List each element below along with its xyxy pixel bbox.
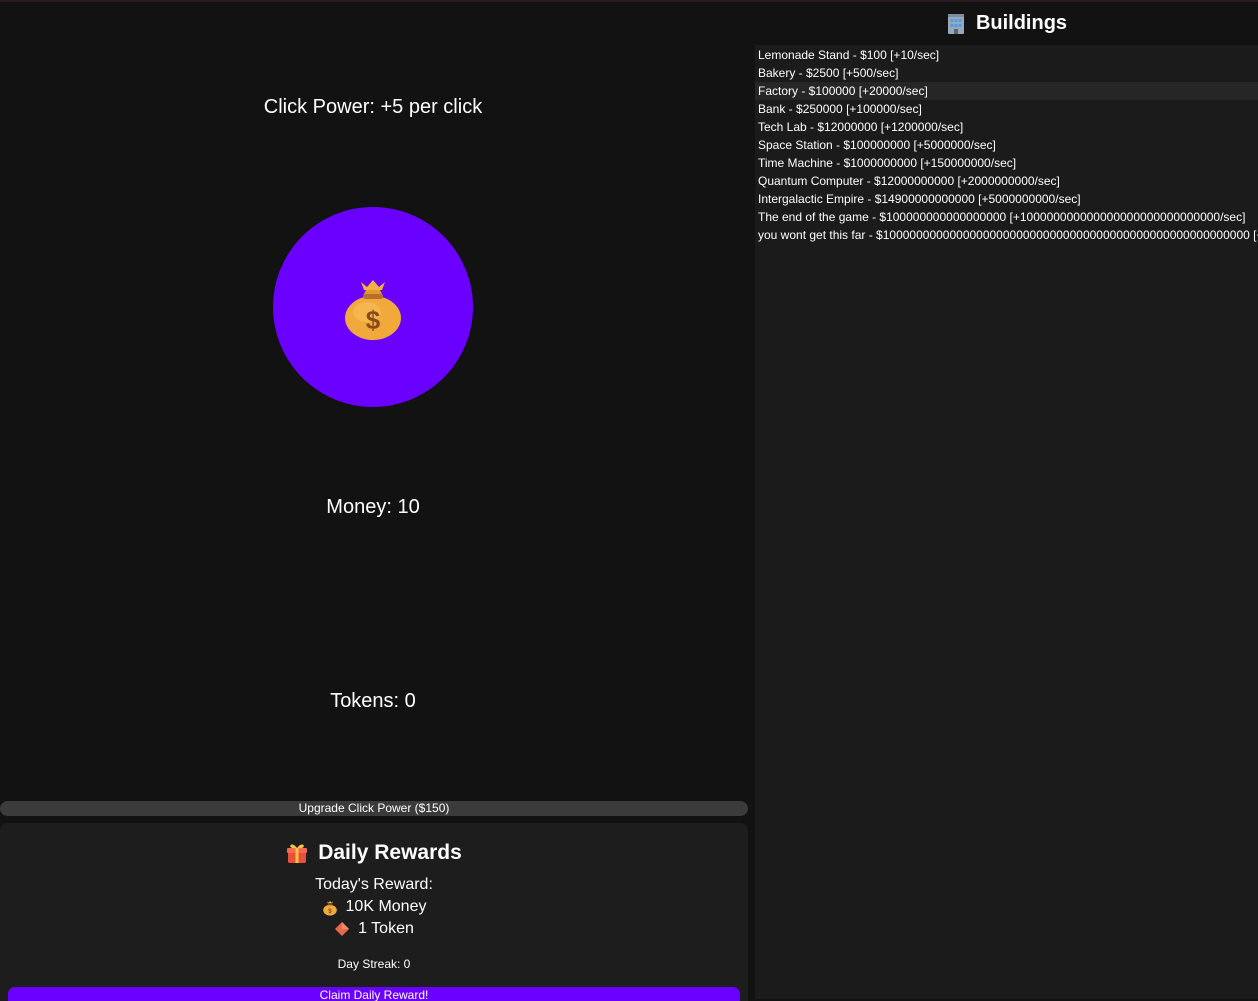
money-bag-icon: $ xyxy=(322,900,337,916)
reward-token-line: 1 Token xyxy=(0,920,748,938)
reward-token-text: 1 Token xyxy=(358,920,414,937)
money-bag-icon: $ xyxy=(345,280,401,340)
diamond-icon xyxy=(335,922,350,936)
upgrade-click-power-button[interactable]: Upgrade Click Power ($150) xyxy=(0,801,748,816)
money-counter: Money: 10 xyxy=(326,496,420,518)
reward-money-line: $ 10K Money xyxy=(0,898,748,916)
building-item[interactable]: Tech Lab - $12000000 [+1200000/sec] xyxy=(755,118,1258,136)
click-coin-button[interactable]: $ xyxy=(273,207,473,407)
buildings-title: Buildings xyxy=(975,12,1068,34)
svg-text:$: $ xyxy=(366,305,381,335)
building-item[interactable]: you wont get this far - $100000000000000… xyxy=(755,226,1258,244)
building-item[interactable]: Factory - $100000 [+20000/sec] xyxy=(755,82,1258,100)
click-power-label: Click Power: +5 per click xyxy=(263,96,483,118)
building-item[interactable]: Bakery - $2500 [+500/sec] xyxy=(755,64,1258,82)
reward-money-text: 10K Money xyxy=(345,898,427,915)
svg-text:$: $ xyxy=(328,907,332,914)
daily-rewards-panel: Daily Rewards Today's Reward: $ 10K Mone… xyxy=(0,823,748,1001)
building-item[interactable]: Intergalactic Empire - $14900000000000 [… xyxy=(755,190,1258,208)
game-panel: Click Power: +5 per click $ Money: 10 To… xyxy=(0,2,755,1001)
daily-rewards-heading: Daily Rewards xyxy=(0,841,748,865)
tokens-counter: Tokens: 0 xyxy=(330,690,416,712)
todays-reward-label: Today's Reward: xyxy=(315,876,433,893)
building-item[interactable]: Space Station - $100000000 [+5000000/sec… xyxy=(755,136,1258,154)
building-item[interactable]: Time Machine - $1000000000 [+150000000/s… xyxy=(755,154,1258,172)
buildings-panel: Buildings Lemonade Stand - $100 [+10/sec… xyxy=(755,2,1258,999)
building-item[interactable]: Lemonade Stand - $100 [+10/sec] xyxy=(755,46,1258,64)
day-streak-label: Day Streak: 0 xyxy=(337,957,411,971)
buildings-list: Lemonade Stand - $100 [+10/sec] Bakery -… xyxy=(755,46,1258,244)
office-building-icon xyxy=(947,13,964,34)
buildings-header: Buildings xyxy=(755,2,1258,45)
building-item[interactable]: Bank - $250000 [+100000/sec] xyxy=(755,100,1258,118)
building-item[interactable]: Quantum Computer - $12000000000 [+200000… xyxy=(755,172,1258,190)
gift-icon xyxy=(287,844,308,863)
building-item[interactable]: The end of the game - $10000000000000000… xyxy=(755,208,1258,226)
daily-rewards-title: Daily Rewards xyxy=(318,841,462,864)
